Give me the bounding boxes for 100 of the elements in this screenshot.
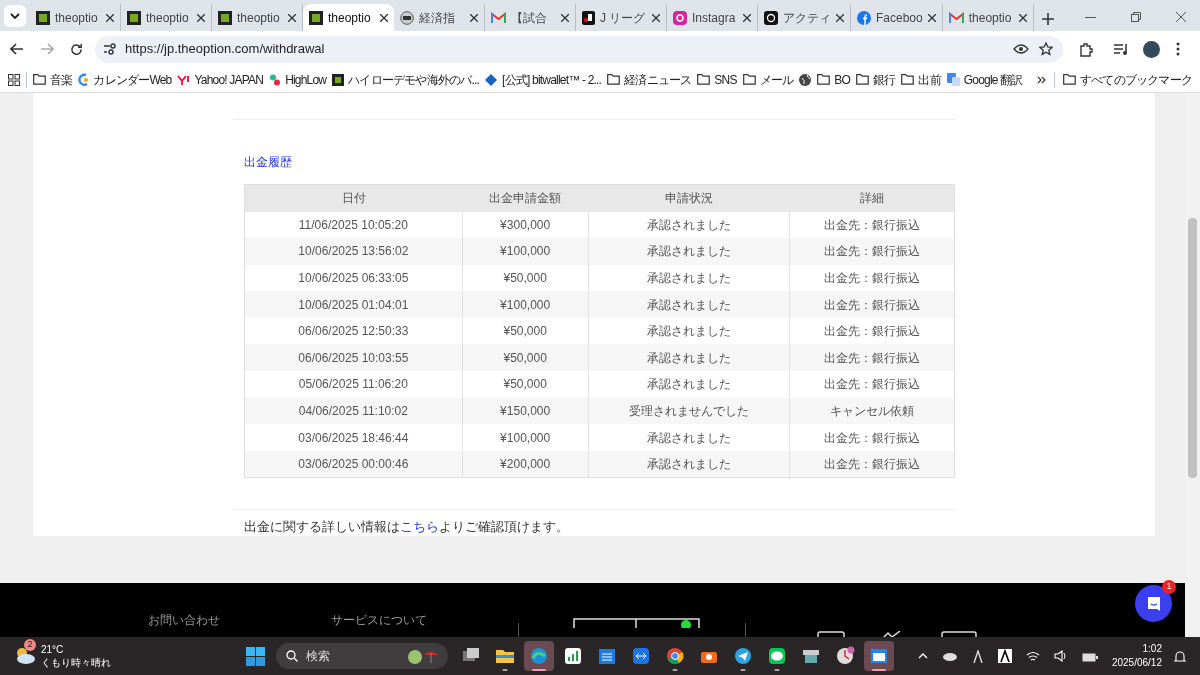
window-icon xyxy=(869,646,889,666)
square-logo-icon xyxy=(309,10,323,25)
bookmark-item[interactable]: SNS xyxy=(697,70,737,89)
speaker-icon[interactable] xyxy=(1053,650,1068,662)
table-cell: 出金先：銀行振込 xyxy=(789,371,955,398)
close-icon[interactable] xyxy=(197,13,205,22)
square-logo-icon xyxy=(36,10,50,25)
close-icon[interactable] xyxy=(1176,12,1186,22)
close-icon[interactable] xyxy=(380,13,388,22)
close-icon[interactable] xyxy=(836,13,844,22)
bookmark-item[interactable]: Google 翻訳 xyxy=(946,70,1023,89)
close-icon[interactable] xyxy=(470,13,478,22)
footer-link[interactable]: サービスについて xyxy=(331,611,427,629)
mail-icon xyxy=(491,11,506,24)
table-cell: 出金先：銀行振込 xyxy=(789,211,955,239)
restore-icon[interactable] xyxy=(1131,12,1141,22)
arrows-icon xyxy=(631,646,651,666)
table-cell: ¥100,000 xyxy=(462,238,589,265)
table-cell: ¥150,000 xyxy=(462,397,589,425)
address-bar[interactable]: https://jp.theoption.com/withdrawal xyxy=(95,35,1063,63)
bookmark-item[interactable]: Yahoo! JAPAN xyxy=(177,70,264,89)
search-field[interactable]: 検索 xyxy=(276,643,448,669)
table-cell: 承認されました xyxy=(588,211,790,239)
media-icon[interactable] xyxy=(1114,43,1129,55)
new-tab-icon[interactable] xyxy=(1041,13,1054,25)
folder-icon xyxy=(697,74,711,85)
bookmark-item[interactable]: カレンダーWeb xyxy=(78,70,172,89)
bookmark-item[interactable]: BO xyxy=(817,70,850,89)
bookmark-item[interactable]: 出前 xyxy=(901,70,941,89)
dots-icon xyxy=(269,73,282,86)
star-icon[interactable] xyxy=(1039,42,1053,56)
apps-grid-icon[interactable] xyxy=(8,73,20,86)
close-icon[interactable] xyxy=(743,13,751,22)
chrome-icon xyxy=(665,646,685,666)
eye-icon[interactable] xyxy=(1013,44,1029,54)
table-cell: 03/06/2025 00:00:46 xyxy=(244,450,463,478)
bookmark-item[interactable]: ハイローデモや海外のバ... xyxy=(332,70,480,89)
clock-date[interactable]: 2025/06/12 xyxy=(1111,656,1162,670)
chevron-up-icon[interactable] xyxy=(917,653,928,659)
clock-icon xyxy=(835,646,855,666)
table-cell: 出金先：銀行振込 xyxy=(789,238,955,265)
all-bookmarks-item[interactable]: すべてのブックマーク xyxy=(1063,70,1192,89)
bookmark-item[interactable]: HighLow xyxy=(269,70,327,89)
cloud-sun-icon xyxy=(14,647,36,665)
calendar-icon xyxy=(597,646,617,666)
close-icon[interactable] xyxy=(652,13,660,22)
site-settings-icon[interactable] xyxy=(103,43,117,55)
clock-time[interactable]: 1:02 xyxy=(1142,642,1162,656)
table-cell: 11/06/2025 10:05:20 xyxy=(244,211,463,239)
table-cell: 04/06/2025 11:10:02 xyxy=(244,397,463,425)
extensions-icon[interactable] xyxy=(1079,41,1094,57)
notification-icon[interactable] xyxy=(1174,649,1186,663)
cloud-icon[interactable] xyxy=(941,651,958,661)
back-icon[interactable] xyxy=(10,43,24,55)
info-link[interactable]: こちら xyxy=(400,518,439,534)
scrollbar-thumb[interactable] xyxy=(1188,218,1197,478)
close-icon[interactable] xyxy=(1018,13,1027,22)
mail-icon xyxy=(948,11,964,24)
column-header: 詳細 xyxy=(789,184,955,212)
folder-icon xyxy=(607,74,621,85)
info-text: 出金に関する詳しい情報はこちら よりご確認頂けます。 xyxy=(244,518,569,534)
table-cell: 承認されました xyxy=(588,450,790,478)
font-icon[interactable] xyxy=(971,649,984,663)
y-logo-icon xyxy=(177,74,191,85)
table-cell: ¥200,000 xyxy=(462,450,589,478)
reload-icon[interactable] xyxy=(70,42,83,56)
table-cell: 06/06/2025 10:03:55 xyxy=(244,344,463,372)
table-cell: ¥50,000 xyxy=(462,371,589,398)
footer-link[interactable]: お問い合わせ xyxy=(148,611,220,629)
start-icon[interactable] xyxy=(246,646,265,666)
translate-icon xyxy=(946,73,960,86)
table-cell: 出金先：銀行振込 xyxy=(789,291,955,318)
table-cell: 出金先：銀行振込 xyxy=(789,424,955,451)
browser-tab[interactable]: theoptio xyxy=(303,4,394,31)
tab-search-button[interactable] xyxy=(4,5,26,27)
close-icon[interactable] xyxy=(561,13,569,22)
bookmark-item[interactable]: [公式] bitwallet™ - 2... xyxy=(485,70,602,89)
table-cell: ¥50,000 xyxy=(462,317,589,345)
bookmark-item[interactable]: 経済ニュース xyxy=(607,70,692,89)
font-icon[interactable] xyxy=(997,649,1012,663)
square-logo-icon xyxy=(332,73,345,86)
table-cell: 06/06/2025 12:50:33 xyxy=(244,317,463,345)
notification-badge: 1 xyxy=(1162,580,1176,594)
chat-button[interactable] xyxy=(1135,585,1172,622)
bookmark-item[interactable]: メール xyxy=(742,70,794,89)
bookmark-item[interactable]: 銀行 xyxy=(856,70,896,89)
menu-icon[interactable] xyxy=(1176,42,1180,56)
table-cell: 03/06/2025 18:46:44 xyxy=(244,424,463,451)
table-cell: 出金先：銀行振込 xyxy=(789,264,955,292)
bookmark-item[interactable]: 音楽 xyxy=(33,70,73,89)
taskbar-app[interactable] xyxy=(864,641,894,671)
close-icon[interactable] xyxy=(106,13,114,22)
wifi-icon[interactable] xyxy=(1025,650,1040,662)
table-cell: 承認されました xyxy=(588,424,790,451)
close-icon[interactable] xyxy=(927,13,936,22)
more-bookmarks-icon[interactable] xyxy=(1037,75,1046,84)
chat-icon xyxy=(1145,595,1162,612)
close-icon[interactable] xyxy=(288,13,296,22)
profile-avatar[interactable] xyxy=(1143,40,1160,58)
column-header: 日付 xyxy=(244,184,463,212)
